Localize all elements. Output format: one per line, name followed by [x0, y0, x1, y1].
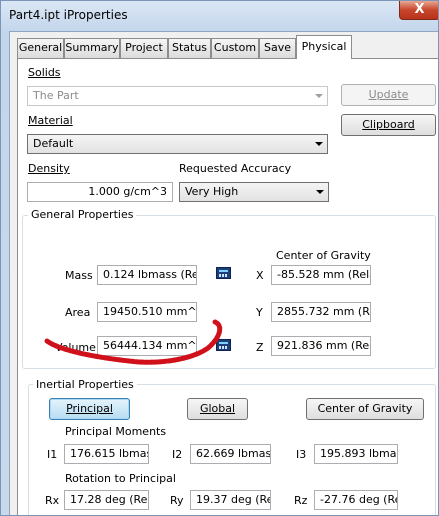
rx-field[interactable]: 17.28 deg (Rela — [64, 490, 149, 510]
material-dropdown[interactable]: Default — [27, 134, 328, 154]
i3-label: I3 — [296, 448, 307, 461]
material-value: Default — [33, 137, 74, 150]
chevron-down-icon — [315, 142, 323, 146]
tab-status[interactable]: Status — [168, 38, 211, 58]
mass-label: Mass — [65, 269, 93, 282]
cog-z-field[interactable]: 921.836 mm (Relati — [271, 336, 371, 356]
tab-general[interactable]: General — [17, 38, 64, 58]
global-button[interactable]: Global — [187, 398, 248, 420]
update-button[interactable]: Update — [341, 84, 436, 106]
i2-field[interactable]: 62.669 lbmass r — [190, 444, 271, 464]
principal-button[interactable]: Principal — [49, 398, 130, 420]
tab-physical[interactable]: Physical — [296, 35, 352, 59]
density-label: Density — [28, 162, 70, 175]
i1-field[interactable]: 176.615 lbmass — [64, 444, 149, 464]
y-label: Y — [256, 306, 263, 319]
i2-label: I2 — [172, 448, 183, 461]
area-field[interactable]: 19450.510 mm^2 ( — [97, 302, 197, 322]
area-label: Area — [65, 306, 91, 319]
i1-label: I1 — [47, 448, 58, 461]
iproperties-window: Part4.ipt iProperties X General Summary … — [0, 0, 439, 516]
accuracy-dropdown[interactable]: Very High — [179, 182, 329, 202]
ry-field[interactable]: 19.37 deg (Rela — [190, 490, 271, 510]
x-label: X — [256, 269, 264, 282]
calculator-icon[interactable] — [216, 267, 231, 279]
solids-value: The Part — [33, 89, 79, 102]
principal-moments-title: Principal Moments — [65, 425, 167, 438]
ry-label: Ry — [170, 494, 184, 507]
clipboard-button[interactable]: Clipboard — [341, 114, 436, 136]
chevron-down-icon — [315, 94, 323, 98]
window-title: Part4.ipt iProperties — [9, 8, 128, 22]
rz-field[interactable]: -27.76 deg (Rel — [314, 490, 398, 510]
inertial-properties-title: Inertial Properties — [33, 378, 137, 391]
center-of-gravity-button[interactable]: Center of Gravity — [306, 398, 424, 420]
center-of-gravity-title: Center of Gravity — [276, 249, 371, 262]
solids-label: Solids — [28, 66, 61, 79]
z-label: Z — [256, 341, 264, 354]
cog-x-field[interactable]: -85.528 mm (Relativ — [271, 265, 371, 285]
tab-summary[interactable]: Summary — [64, 38, 120, 58]
material-label: Material — [28, 114, 73, 127]
rx-label: Rx — [45, 494, 60, 507]
calculator-icon[interactable] — [216, 339, 231, 351]
i3-field[interactable]: 195.893 lbmass — [314, 444, 398, 464]
tab-project[interactable]: Project — [120, 38, 168, 58]
rz-label: Rz — [294, 494, 308, 507]
density-field[interactable]: 1.000 g/cm^3 — [27, 182, 173, 202]
close-button[interactable]: X — [399, 1, 438, 20]
volume-label: Volume — [55, 341, 96, 354]
tab-save[interactable]: Save — [259, 38, 296, 58]
accuracy-value: Very High — [185, 185, 239, 198]
general-properties-title: General Properties — [28, 208, 137, 221]
cog-y-field[interactable]: 2855.732 mm (Rela — [271, 302, 371, 322]
mass-field[interactable]: 0.124 lbmass (Rela — [97, 265, 197, 285]
solids-dropdown[interactable]: The Part — [27, 86, 328, 106]
volume-field[interactable]: 56444.134 mm^3 ( — [97, 336, 197, 356]
rotation-to-principal-title: Rotation to Principal — [65, 472, 176, 485]
accuracy-label: Requested Accuracy — [179, 162, 292, 175]
tab-custom[interactable]: Custom — [211, 38, 259, 58]
chevron-down-icon — [316, 190, 324, 194]
